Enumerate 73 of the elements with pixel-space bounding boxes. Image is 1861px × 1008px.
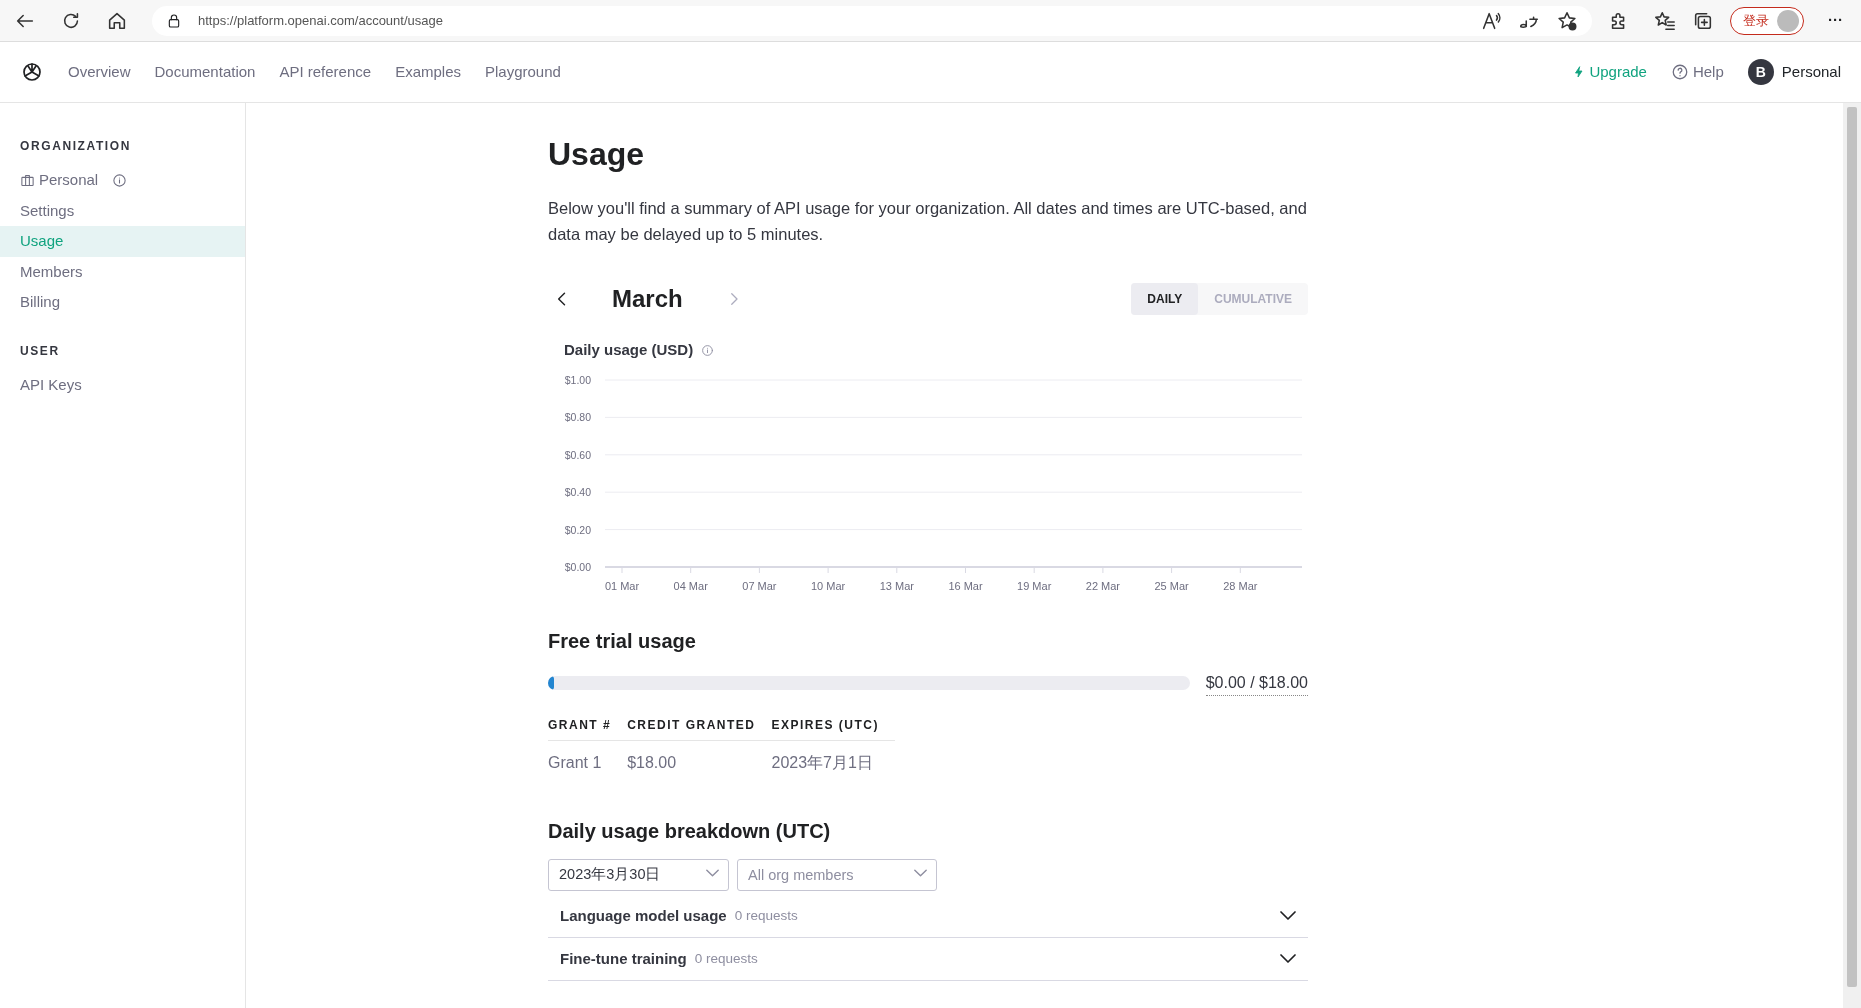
nav-link[interactable]: Playground [485, 60, 561, 84]
star-add-icon[interactable] [1556, 9, 1578, 32]
table-cell: 2023年7月1日 [771, 740, 896, 779]
info-icon [112, 172, 128, 188]
y-axis-label: $0.60 [564, 448, 591, 461]
x-axis-label: 28 Mar [1223, 579, 1258, 592]
column-header: CREDIT GRANTED [627, 705, 772, 741]
x-axis-label: 25 Mar [1154, 579, 1189, 592]
address-url[interactable]: https://platform.openai.com/account/usage [198, 10, 443, 31]
chevron-down-icon [706, 868, 719, 877]
x-axis-label: 16 Mar [948, 579, 983, 592]
nav-link[interactable]: API reference [279, 60, 372, 84]
request-count: 0 requests [694, 949, 758, 968]
section-heading: ORGANIZATION [19, 138, 132, 155]
accordion-header[interactable]: Language model usage 0 requests [548, 894, 1308, 938]
account-menu[interactable]: B Personal [1747, 59, 1841, 85]
view-tab[interactable]: DAILY [1131, 283, 1199, 316]
sidebar-item[interactable]: API Keys [0, 369, 245, 400]
x-axis-label: 10 Mar [810, 579, 846, 592]
accordion-title: Fine-tune training [560, 948, 687, 969]
section-heading: USER [19, 342, 61, 360]
chevron-down-icon [1280, 911, 1296, 921]
avatar-icon [1777, 9, 1799, 32]
sidebar-item[interactable]: Billing [0, 287, 245, 318]
sidebar-item[interactable]: Usage [0, 226, 245, 257]
y-axis-label: $0.20 [564, 523, 591, 536]
x-axis-label: 13 Mar [879, 579, 914, 592]
sidebar-item[interactable]: Members [0, 256, 245, 287]
chevron-down-icon [914, 868, 927, 877]
table-cell: Grant 1 [548, 740, 628, 779]
upgrade-link[interactable]: Upgrade [1573, 60, 1647, 84]
help-icon [1670, 63, 1689, 81]
column-header: GRANT # [548, 705, 628, 741]
accordion-header[interactable]: Fine-tune training 0 requests [548, 937, 1308, 981]
section-title: Daily usage breakdown (UTC) [548, 818, 832, 843]
month-label: March [612, 284, 683, 315]
x-axis-label: 04 Mar [673, 579, 708, 592]
sidebar-item[interactable]: Personal [0, 165, 245, 196]
section-title: Free trial usage [548, 628, 697, 653]
briefcase-icon [20, 172, 35, 188]
x-axis-label: 01 Mar [604, 579, 640, 592]
scrollbar-thumb[interactable] [1847, 107, 1857, 987]
account-name: Personal [1781, 61, 1841, 82]
request-count: 0 requests [734, 906, 798, 925]
sidebar-item[interactable]: Settings [0, 195, 245, 226]
info-icon [701, 344, 715, 358]
y-axis-label: $1.00 [564, 373, 591, 386]
logo-icon[interactable] [20, 60, 44, 84]
nav-link[interactable]: Examples [395, 60, 461, 84]
x-axis-label: 19 Mar [1017, 579, 1052, 592]
select-field[interactable]: All org members [737, 858, 937, 891]
column-header: EXPIRES (UTC) [771, 705, 896, 741]
help-link[interactable]: Help [1670, 60, 1724, 84]
y-axis-label: $0.00 [564, 560, 591, 573]
y-axis-label: $0.80 [564, 411, 591, 424]
select-field[interactable]: 2023年3月30日 [548, 858, 729, 891]
page-description: Below you'll find a summary of API usage for your organization. All dates and times are UTC-based, and data may be delayed up to 5 minutes. [548, 198, 1308, 246]
favorites-icon[interactable] [1654, 9, 1676, 32]
x-axis-label: 22 Mar [1085, 579, 1121, 592]
nav-link[interactable]: Overview [68, 60, 131, 84]
usage-reading: $0.00 / $18.00 [1205, 670, 1308, 696]
lock-icon [166, 12, 182, 29]
chart-title: Daily usage (USD) [564, 340, 694, 361]
table-cell: $18.00 [627, 740, 772, 779]
page-title: Usage [548, 135, 646, 174]
chevron-down-icon [1280, 954, 1296, 964]
login-button[interactable]: 登录 [1730, 6, 1804, 35]
more-menu[interactable]: ··· [1820, 9, 1851, 32]
nav-link[interactable]: Documentation [154, 60, 256, 84]
x-axis-label: 07 Mar [742, 579, 777, 592]
user-avatar: B [1747, 59, 1774, 85]
y-axis-label: $0.40 [564, 486, 591, 499]
accordion-title: Language model usage [560, 905, 727, 926]
